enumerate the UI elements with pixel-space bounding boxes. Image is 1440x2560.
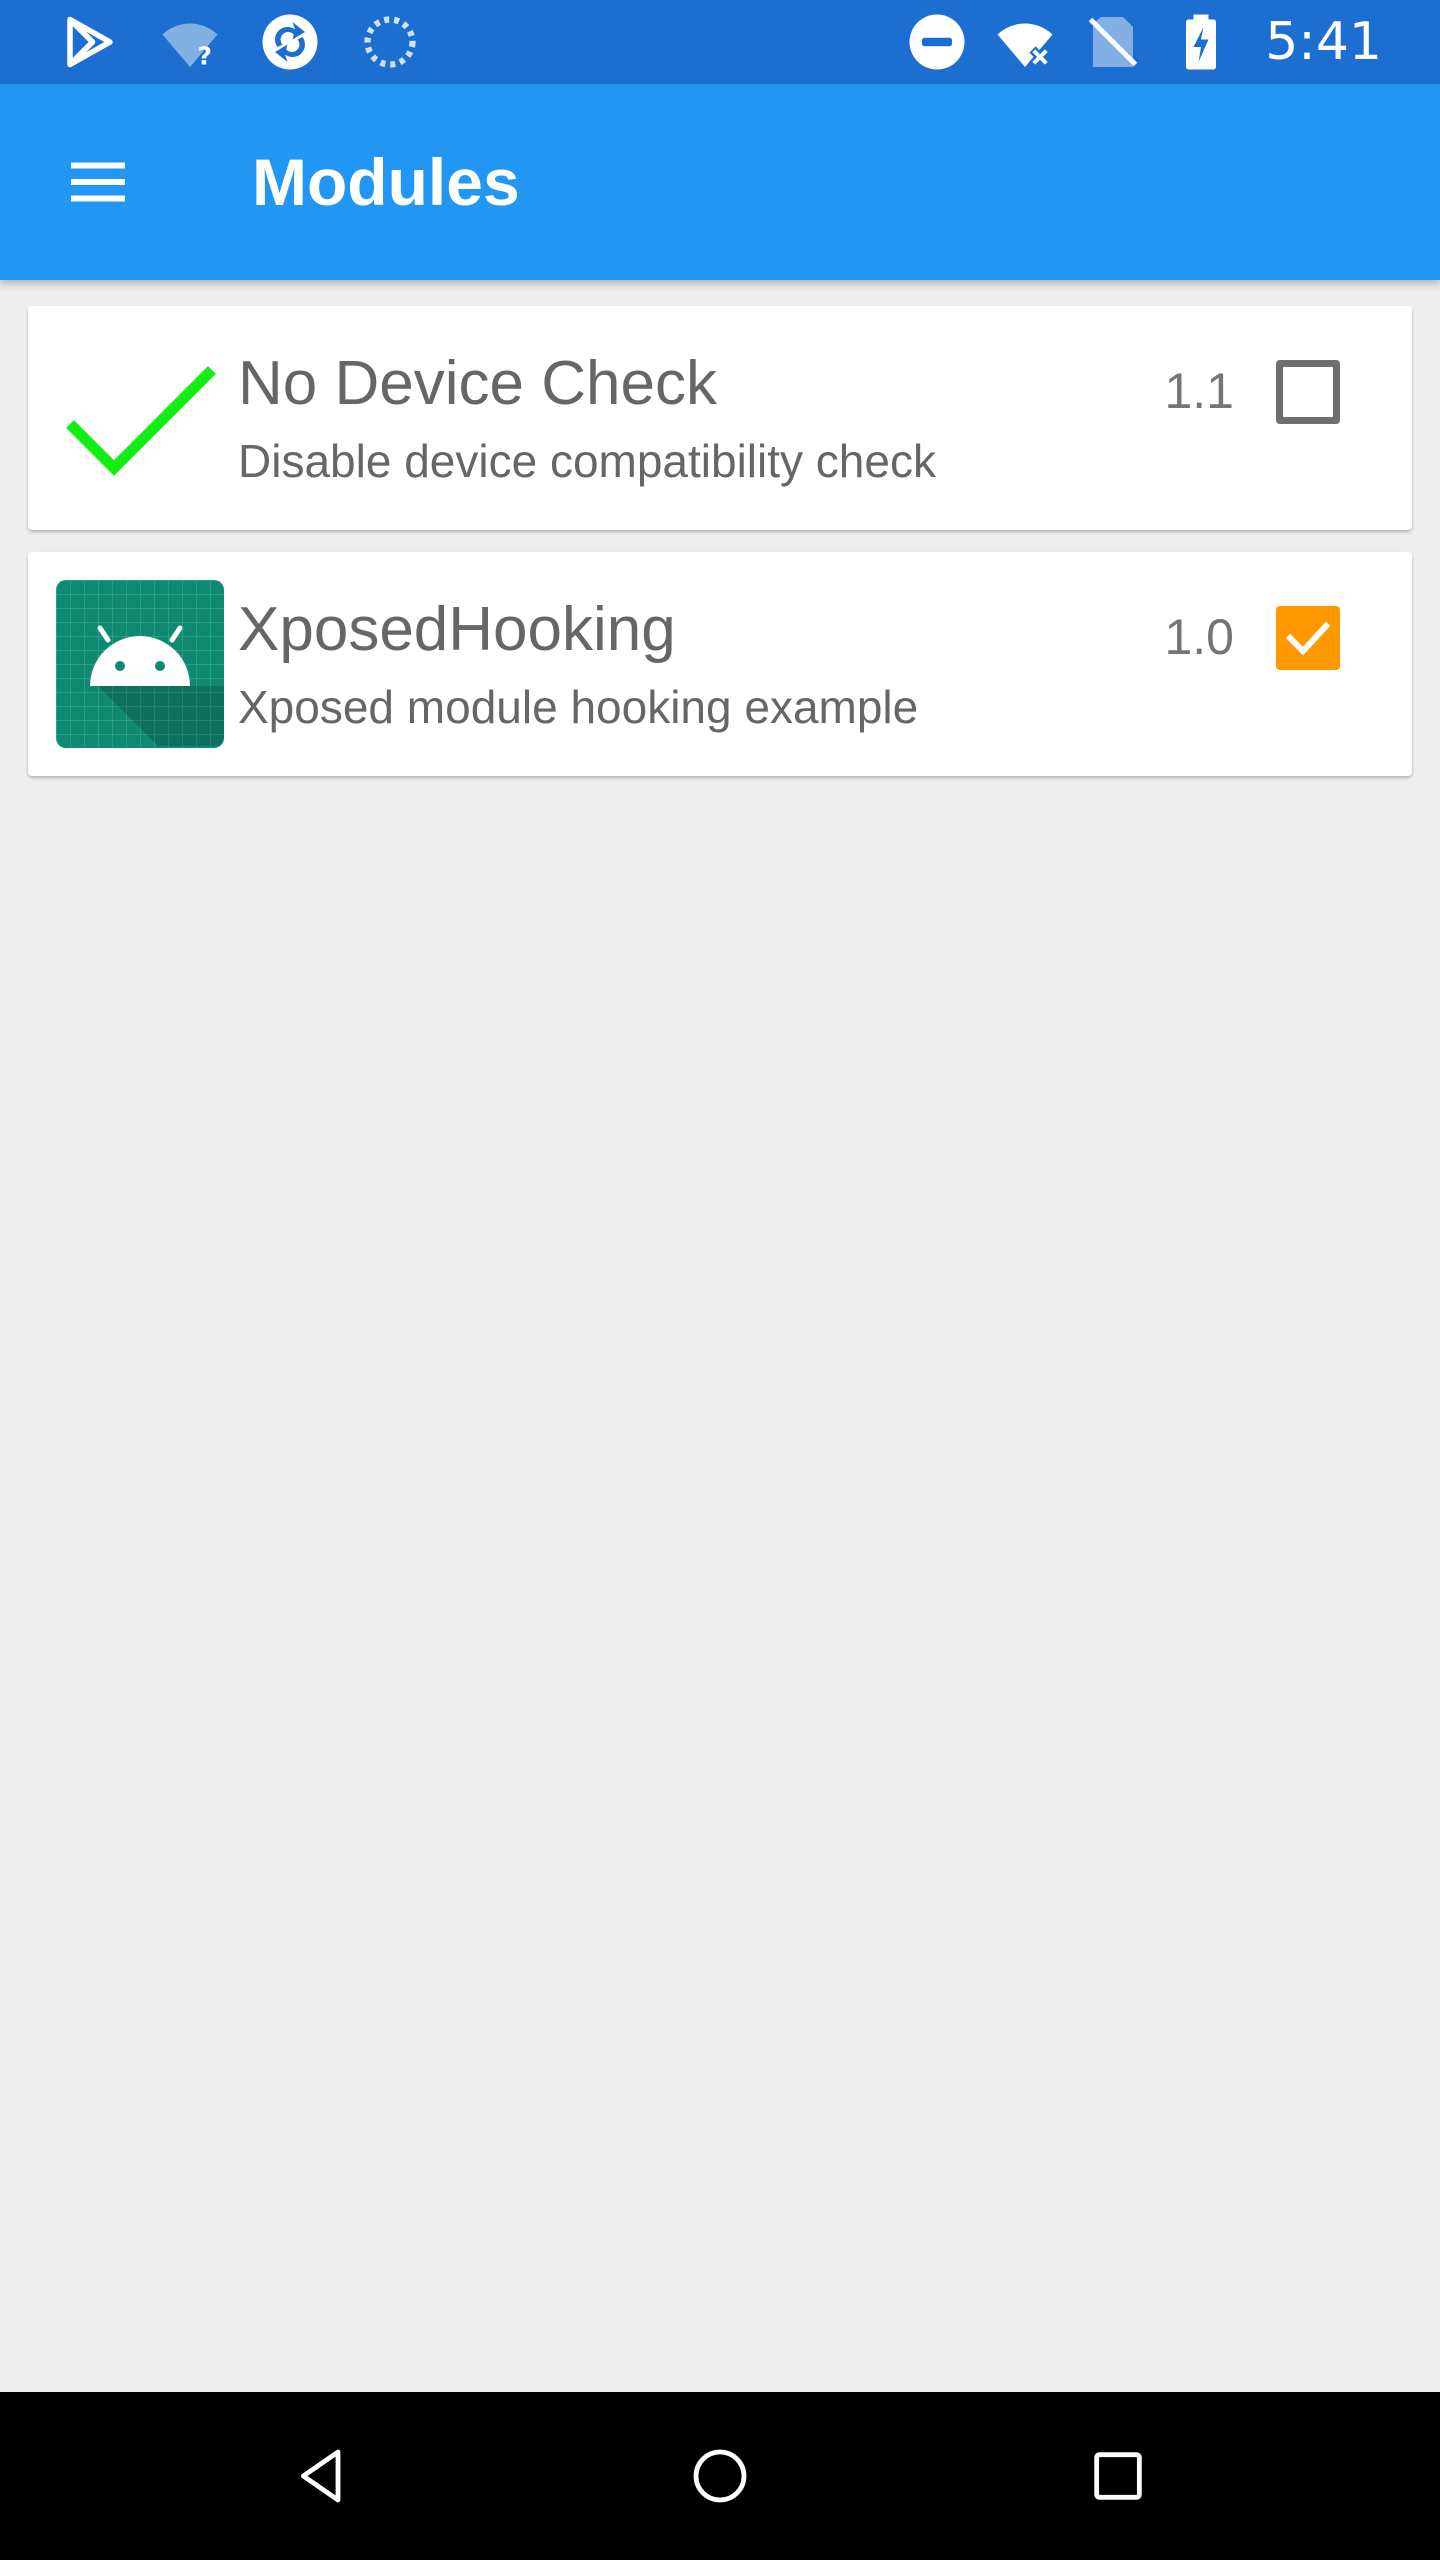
module-item-no-device-check[interactable]: No Device Check Disable device compatibi…: [28, 306, 1412, 530]
recents-square-icon: [1094, 2452, 1142, 2500]
loading-icon: [360, 12, 420, 72]
back-button[interactable]: [272, 2426, 372, 2526]
status-bar: ? 5:41: [0, 0, 1440, 84]
page-title: Modules: [252, 145, 520, 219]
green-checkmark-icon: [56, 334, 224, 502]
module-enable-checkbox[interactable]: [1276, 360, 1340, 424]
hamburger-menu-button[interactable]: [50, 134, 146, 230]
home-circle-icon: [693, 2449, 747, 2503]
module-enable-checkbox[interactable]: [1276, 606, 1340, 670]
module-version: 1.1: [1164, 363, 1234, 419]
play-store-icon: [60, 12, 120, 72]
back-triangle-icon: [300, 2449, 341, 2503]
battery-charging-icon: [1171, 12, 1231, 72]
sync-icon: [260, 12, 320, 72]
android-robot-icon: [56, 580, 224, 748]
no-sim-icon: [1083, 12, 1143, 72]
hamburger-menu-icon: [71, 162, 125, 202]
module-description: Disable device compatibility check: [238, 435, 936, 487]
module-version: 1.0: [1164, 609, 1234, 665]
module-title: No Device Check: [238, 349, 717, 418]
module-description: Xposed module hooking example: [238, 681, 919, 733]
module-item-xposedhooking[interactable]: XposedHooking Xposed module hooking exam…: [28, 552, 1412, 776]
module-list: No Device Check Disable device compatibi…: [28, 306, 1412, 798]
wifi-off-icon: [995, 12, 1055, 72]
status-icons-left: ?: [60, 0, 420, 84]
status-icons-right: 5:41: [907, 0, 1382, 84]
do-not-disturb-icon: [907, 12, 967, 72]
svg-text:?: ?: [198, 42, 213, 71]
clock: 5:41: [1265, 12, 1382, 72]
navigation-bar: [0, 2392, 1440, 2560]
checkmark-icon: [1285, 621, 1331, 656]
wifi-unknown-icon: ?: [160, 12, 220, 72]
app-bar: Modules: [0, 84, 1440, 280]
recents-button[interactable]: [1068, 2426, 1168, 2526]
module-title: XposedHooking: [238, 595, 676, 664]
home-button[interactable]: [670, 2426, 770, 2526]
